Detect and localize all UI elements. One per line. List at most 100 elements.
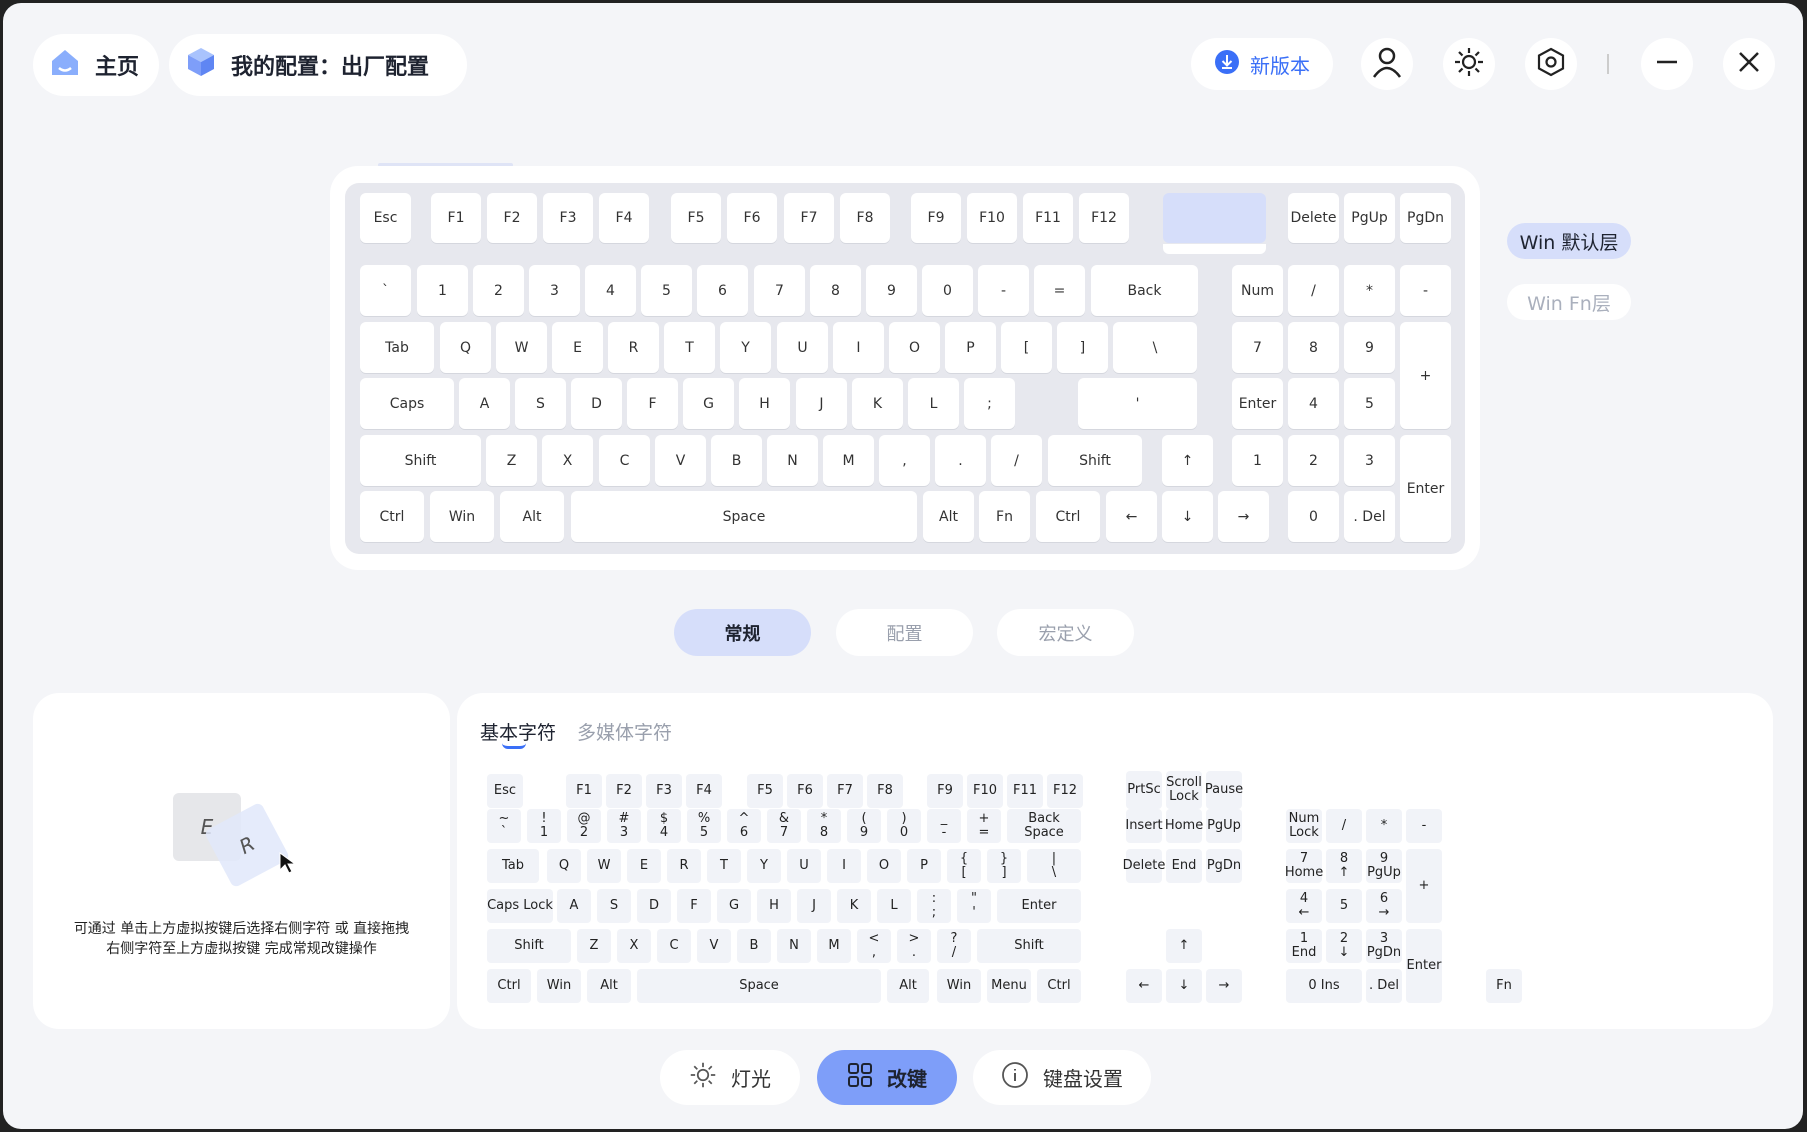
key-1-16[interactable]: * (1344, 265, 1395, 316)
char-key-r1[interactable]: % 5 (687, 809, 721, 843)
char-key-arrow[interactable]: ← (1126, 969, 1162, 1003)
key-1-2[interactable]: 2 (473, 265, 524, 316)
char-key-r2[interactable]: I (827, 849, 861, 883)
key-0-9[interactable]: F9 (911, 193, 961, 243)
key-4-10[interactable]: / (991, 435, 1042, 486)
key-1-6[interactable]: 6 (697, 265, 748, 316)
char-key-nav[interactable]: Pause (1205, 771, 1243, 809)
char-key-numpad[interactable]: . Del (1366, 969, 1402, 1003)
key-1-12[interactable]: = (1034, 265, 1085, 316)
key-0-0[interactable]: Esc (360, 193, 411, 243)
char-key-r0[interactable]: F6 (787, 774, 823, 808)
char-key-r1[interactable]: ^ 6 (727, 809, 761, 843)
char-key-r2[interactable]: T (707, 849, 741, 883)
key-2-5[interactable]: T (664, 322, 715, 373)
key-1-17[interactable]: - (1400, 265, 1451, 316)
char-key-r3[interactable]: H (757, 889, 791, 923)
settings-button[interactable] (1525, 38, 1577, 90)
key-4-16[interactable]: Enter (1400, 435, 1451, 542)
key-2-3[interactable]: E (552, 322, 603, 373)
key-0-14[interactable]: Delete (1288, 193, 1339, 243)
char-key-r3[interactable]: Caps Lock (487, 889, 553, 923)
char-key-r4[interactable]: N (777, 929, 811, 963)
char-key-r2[interactable]: Q (547, 849, 581, 883)
char-key-r3[interactable]: L (877, 889, 911, 923)
key-5-3[interactable]: Space (571, 491, 917, 542)
char-key-r2[interactable]: O (867, 849, 901, 883)
key-4-12[interactable]: ↑ (1162, 435, 1213, 486)
char-key-r5[interactable]: Alt (887, 969, 929, 1003)
char-key-numpad[interactable]: / (1326, 809, 1362, 843)
key-0-6[interactable]: F6 (727, 193, 777, 243)
key-4-13[interactable]: 1 (1232, 435, 1283, 486)
key-1-15[interactable]: / (1288, 265, 1339, 316)
char-key-numpad[interactable]: 8 ↑ (1326, 849, 1362, 883)
key-4-8[interactable]: , (879, 435, 930, 486)
key-1-13[interactable]: Back (1091, 265, 1198, 316)
key-0-2[interactable]: F2 (487, 193, 537, 243)
key-0-7[interactable]: F7 (784, 193, 834, 243)
key-0-13[interactable] (1163, 193, 1266, 254)
key-1-5[interactable]: 5 (641, 265, 692, 316)
char-key-r1[interactable]: * 8 (807, 809, 841, 843)
char-key-nav[interactable]: PgDn (1206, 849, 1242, 883)
char-key-r3[interactable]: A (557, 889, 591, 923)
lighting-button[interactable]: 灯光 (660, 1050, 800, 1105)
brightness-button[interactable] (1443, 38, 1495, 90)
char-key-r4[interactable]: Shift (487, 929, 571, 963)
key-2-15[interactable]: 8 (1288, 322, 1339, 373)
char-key-r2[interactable]: W (587, 849, 621, 883)
char-key-r4[interactable]: V (697, 929, 731, 963)
key-1-10[interactable]: 0 (922, 265, 973, 316)
char-key-r0[interactable]: F5 (747, 774, 783, 808)
key-4-14[interactable]: 2 (1288, 435, 1339, 486)
key-3-8[interactable]: K (852, 378, 903, 429)
key-3-9[interactable]: L (908, 378, 959, 429)
char-key-r1[interactable]: & 7 (767, 809, 801, 843)
key-2-2[interactable]: W (496, 322, 547, 373)
key-3-13[interactable]: 4 (1288, 378, 1339, 429)
char-key-r5[interactable]: Win (537, 969, 581, 1003)
char-key-numpad[interactable]: 1 End (1286, 929, 1322, 963)
key-2-7[interactable]: U (777, 322, 828, 373)
key-2-4[interactable]: R (608, 322, 659, 373)
char-key-r1[interactable]: @2 (567, 809, 601, 843)
char-key-numpad[interactable]: 5 (1326, 889, 1362, 923)
char-key-r1[interactable]: ) 0 (887, 809, 921, 843)
char-key-numpad[interactable]: Num Lock (1286, 809, 1322, 843)
char-key-arrow[interactable]: ↑ (1166, 929, 1202, 963)
char-key-r0[interactable]: F8 (867, 774, 903, 808)
key-0-4[interactable]: F4 (599, 193, 649, 243)
char-key-numpad[interactable]: 7 Home (1285, 849, 1323, 883)
char-key-nav[interactable]: Home (1165, 809, 1203, 843)
key-4-1[interactable]: Z (486, 435, 537, 486)
key-3-1[interactable]: A (459, 378, 510, 429)
char-key-numpad-plus[interactable]: + (1406, 849, 1442, 923)
char-key-r4[interactable]: X (617, 929, 651, 963)
char-key-r5[interactable]: Menu (987, 969, 1031, 1003)
char-key-r4[interactable]: M (817, 929, 851, 963)
key-5-8[interactable]: ↓ (1162, 491, 1213, 542)
char-key-r1[interactable]: #3 (607, 809, 641, 843)
char-key-r3[interactable]: S (597, 889, 631, 923)
key-5-5[interactable]: Fn (979, 491, 1030, 542)
char-key-r1[interactable]: ! 1 (527, 809, 561, 843)
char-key-r2[interactable]: }] (987, 849, 1021, 883)
key-5-9[interactable]: → (1218, 491, 1269, 542)
char-key-nav[interactable]: PrtSc (1126, 771, 1162, 809)
char-key-nav[interactable]: Insert (1125, 809, 1163, 843)
char-key-numpad[interactable]: 6 → (1366, 889, 1402, 923)
char-key-r3[interactable]: J (797, 889, 831, 923)
close-button[interactable] (1723, 38, 1775, 90)
home-button[interactable]: 主页 (33, 34, 159, 96)
key-3-7[interactable]: J (796, 378, 847, 429)
layer-default-button[interactable]: Win 默认层 (1507, 223, 1631, 259)
key-4-9[interactable]: . (935, 435, 986, 486)
key-0-15[interactable]: PgUp (1344, 193, 1395, 243)
char-key-r3[interactable]: D (637, 889, 671, 923)
config-selector[interactable]: 我的配置：出厂配置 (169, 34, 467, 96)
char-key-r5[interactable]: Alt (587, 969, 631, 1003)
char-key-r1[interactable]: + = (967, 809, 1001, 843)
tab-media-chars[interactable]: 多媒体字符 (577, 718, 672, 745)
new-version-button[interactable]: 新版本 (1191, 38, 1333, 90)
